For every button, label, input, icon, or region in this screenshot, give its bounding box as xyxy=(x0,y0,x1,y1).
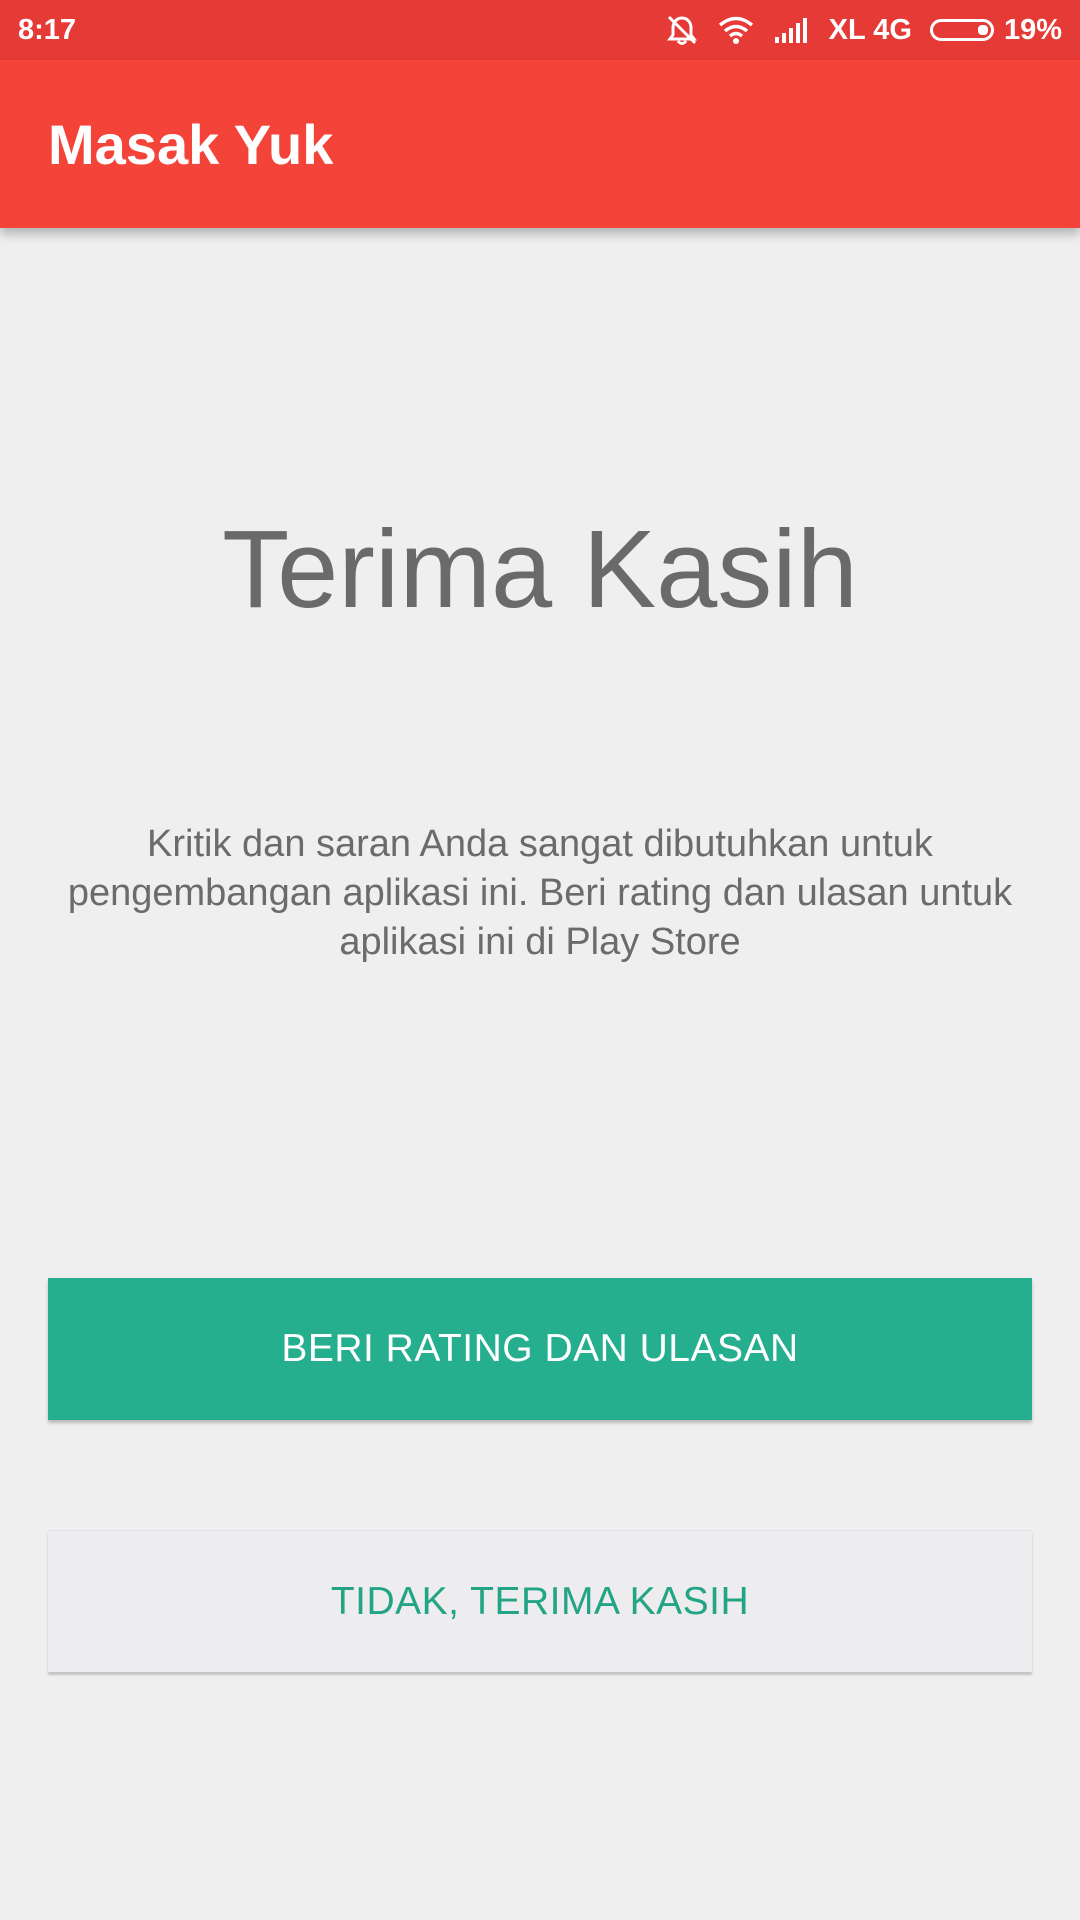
app-bar: Masak Yuk xyxy=(0,60,1080,228)
carrier-label: XL 4G xyxy=(828,13,912,46)
battery-indicator: 19% xyxy=(929,13,1062,47)
rate-review-button[interactable]: BERI RATING DAN ULASAN xyxy=(48,1278,1032,1420)
battery-icon xyxy=(929,19,994,41)
page-title: Terima Kasih xyxy=(222,508,858,631)
status-bar: 8:17 XL 4G 19% xyxy=(0,0,1080,60)
feedback-message: Kritik dan saran Anda sangat dibutuhkan … xyxy=(67,823,1013,963)
signal-icon xyxy=(773,15,811,45)
status-right: XL 4G 19% xyxy=(665,13,1062,47)
app-title: Masak Yuk xyxy=(48,112,334,176)
status-time: 8:17 xyxy=(18,13,77,46)
battery-fill xyxy=(977,25,988,35)
wifi-icon xyxy=(717,15,755,45)
decline-button[interactable]: TIDAK, TERIMA KASIH xyxy=(48,1530,1032,1672)
battery-percent: 19% xyxy=(1003,13,1062,46)
alarm-off-icon xyxy=(665,13,699,47)
status-left: 8:17 xyxy=(18,14,76,47)
